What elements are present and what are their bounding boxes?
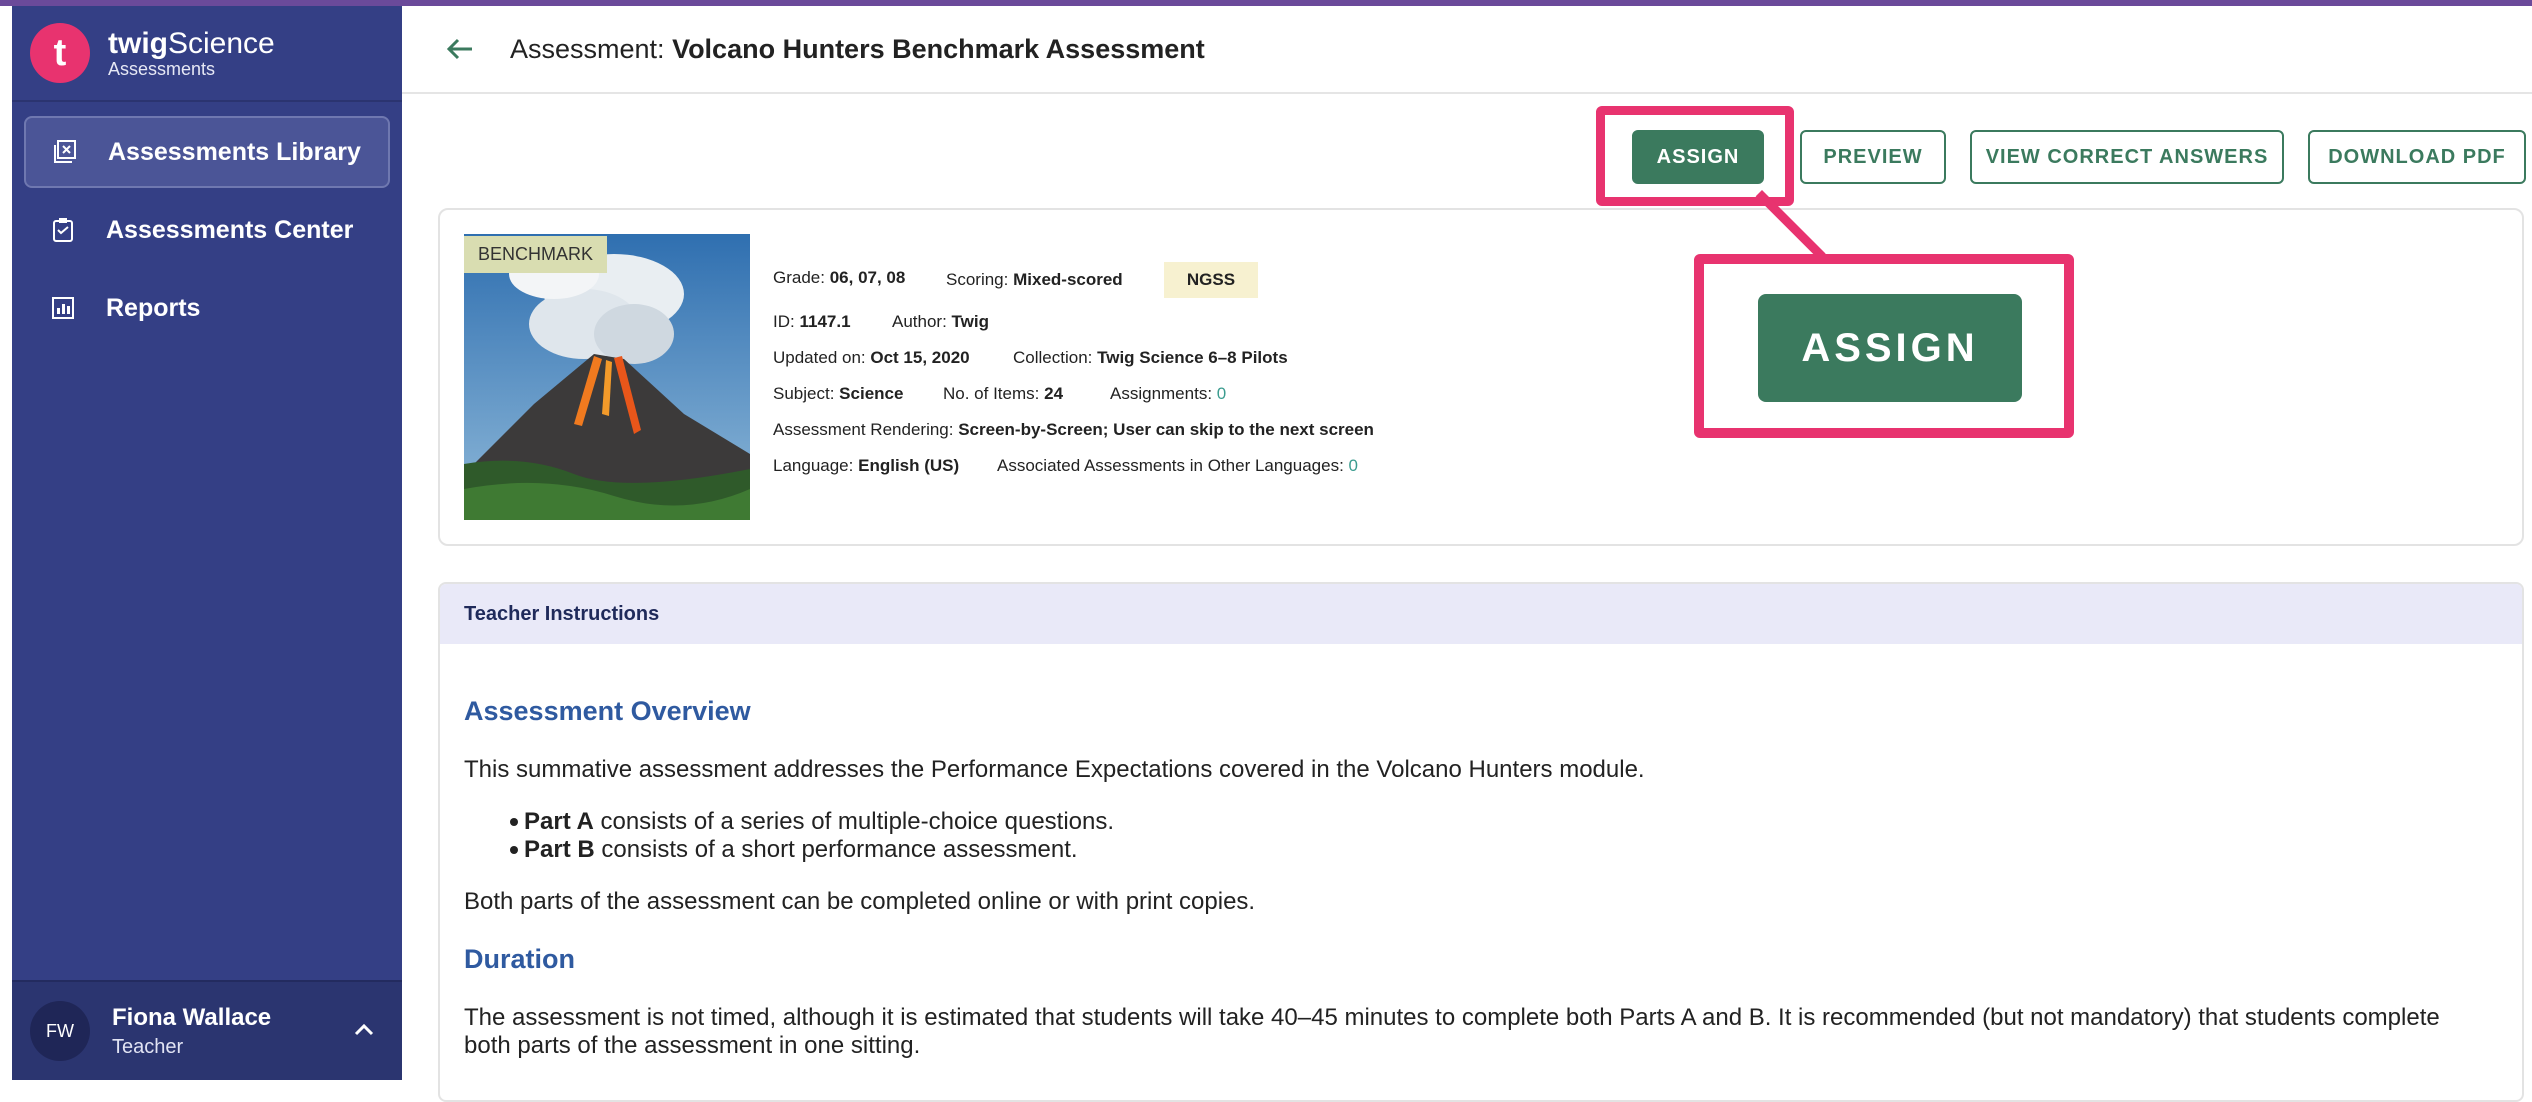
brand[interactable]: t twigScience Assessments [12,6,402,102]
rendering-value: Screen-by-Screen; User can skip to the n… [958,420,1374,439]
part-a-item: Part A consists of a series of multiple-… [524,808,1114,836]
associated-meta: Associated Assessments in Other Language… [997,456,1358,476]
user-name: Fiona Wallace [112,1003,272,1031]
chart-icon [50,295,76,321]
overview-heading: Assessment Overview [464,696,751,726]
id-label: ID: [773,312,795,331]
sidebar-item-assessments-center[interactable]: Assessments Center [24,194,390,266]
updated-label: Updated on: [773,348,866,367]
language-value: English (US) [858,456,960,475]
brand-name-suffix: Science [168,26,275,60]
download-pdf-button[interactable]: DOWNLOAD PDF [2308,130,2526,184]
sidebar: t twigScience Assessments Assessments Li… [12,6,402,1080]
author-value: Twig [951,312,989,331]
associated-label: Associated Assessments in Other Language… [997,456,1344,475]
part-b-label: Part B [524,836,595,863]
assessment-info-card [438,208,2524,546]
page-title: Assessment: Volcano Hunters Benchmark As… [510,34,1205,65]
scoring-label: Scoring: [946,270,1009,289]
user-text: Fiona Wallace Teacher [112,1004,271,1059]
library-icon [52,139,78,165]
updated-value: Oct 15, 2020 [870,348,970,367]
clipboard-icon [50,217,76,243]
avatar-initials: FW [46,1020,74,1041]
avatar: FW [30,1001,90,1061]
assignments-label: Assignments: [1110,384,1213,403]
title-name: Volcano Hunters Benchmark Assessment [672,33,1205,64]
collection-meta: Collection: Twig Science 6–8 Pilots [1013,348,1288,368]
subject-label: Subject: [773,384,835,403]
scoring-value: Mixed-scored [1013,270,1123,289]
part-b-item: Part B consists of a short performance a… [524,836,1078,864]
subject-meta: Subject: Science [773,384,903,404]
sidebar-item-label: Assessments Center [106,215,354,244]
title-prefix: Assessment: [510,33,673,64]
items-meta: No. of Items: 24 [943,384,1063,404]
id-value: 1147.1 [799,312,851,331]
grade-value: 06, 07, 08 [829,268,906,287]
teacher-instructions-header: Teacher Instructions [440,584,2522,644]
assign-button[interactable]: ASSIGN [1632,130,1764,184]
author-meta: Author: Twig [892,312,989,332]
overview-text: This summative assessment addresses the … [464,756,1645,783]
collection-value: Twig Science 6–8 Pilots [1097,348,1288,367]
subject-value: Science [839,384,904,403]
user-profile[interactable]: FW Fiona Wallace Teacher [12,980,402,1080]
sidebar-item-assessments-library[interactable]: Assessments Library [24,116,390,188]
sidebar-item-label: Reports [106,293,201,322]
bullet-dot [510,846,518,854]
id-meta: ID: 1147.1 [773,312,851,332]
items-value: 24 [1044,384,1064,403]
page-header: Assessment: Volcano Hunters Benchmark As… [402,6,2532,94]
sidebar-item-label: Assessments Library [108,137,361,166]
sidebar-nav: Assessments Library Assessments Center R… [12,102,402,344]
scoring-meta: Scoring: Mixed-scored [946,270,1123,290]
brand-text: twigScience Assessments [108,27,275,80]
ngss-badge: NGSS [1164,262,1258,298]
bullet-dot [510,818,518,826]
twig-logo-icon: t [30,23,90,83]
view-correct-answers-button[interactable]: VIEW CORRECT ANSWERS [1970,130,2284,184]
assignments-count-link[interactable]: 0 [1217,384,1226,403]
grade-label: Grade: [773,268,825,287]
back-arrow-icon[interactable] [442,31,478,67]
user-role: Teacher [112,1035,184,1058]
author-label: Author: [892,312,947,331]
language-label: Language: [773,456,854,475]
collection-label: Collection: [1013,348,1093,367]
assignments-meta: Assignments: 0 [1110,384,1226,404]
rendering-label: Assessment Rendering: [773,420,954,439]
part-b-text: consists of a short performance assessme… [594,836,1078,863]
brand-name: twigScience [108,27,275,60]
duration-text-line2: both parts of the assessment in one sitt… [464,1032,921,1059]
both-parts-text: Both parts of the assessment can be comp… [464,888,1256,915]
volcano-image [464,234,750,520]
duration-text-line1: The assessment is not timed, although it… [464,1004,2440,1031]
duration-heading: Duration [464,944,575,974]
language-meta: Language: English (US) [773,456,959,476]
chevron-up-icon[interactable] [350,1016,378,1044]
assign-zoom-button: ASSIGN [1758,294,2022,402]
benchmark-badge: BENCHMARK [464,236,608,273]
sidebar-item-reports[interactable]: Reports [24,272,390,344]
logo-letter: t [53,31,67,74]
associated-count-link[interactable]: 0 [1349,456,1358,475]
part-a-label: Part A [524,808,594,835]
brand-subtitle: Assessments [108,58,216,79]
part-a-text: consists of a series of multiple-choice … [593,808,1115,835]
items-label: No. of Items: [943,384,1040,403]
rendering-meta: Assessment Rendering: Screen-by-Screen; … [773,420,1374,440]
grade-meta: Grade: 06, 07, 08 [773,268,905,288]
updated-meta: Updated on: Oct 15, 2020 [773,348,970,368]
preview-button[interactable]: PREVIEW [1800,130,1946,184]
brand-name-prefix: twig [108,26,168,60]
